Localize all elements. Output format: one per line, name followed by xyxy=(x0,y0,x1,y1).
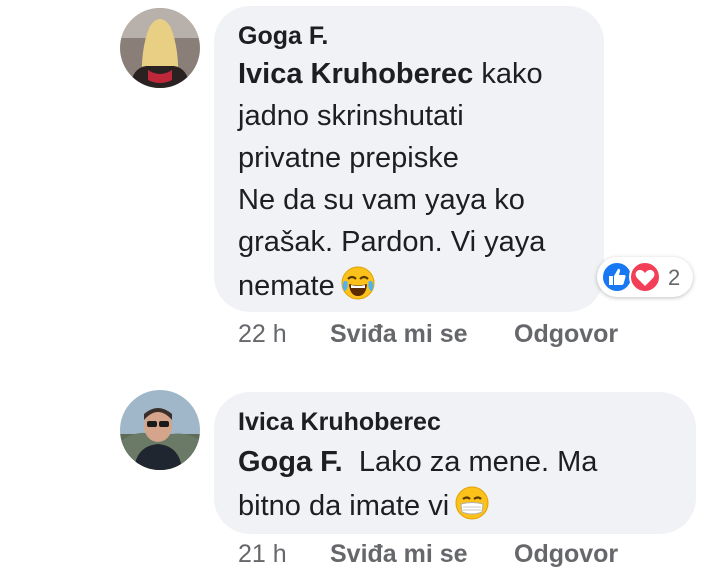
avatar-ivica[interactable] xyxy=(120,390,200,470)
reaction-count: 2 xyxy=(668,265,681,290)
tears-of-joy-emoji xyxy=(341,266,375,300)
comment-text-line: Goga F. Lako za mene. Ma xyxy=(238,446,598,478)
comment-text-line: privatne prepiske xyxy=(238,142,459,174)
comment-text-line: grašak. Pardon. Vi yaya xyxy=(238,226,546,258)
reply-button[interactable]: Odgovor xyxy=(514,540,618,569)
comment-author[interactable]: Goga F. xyxy=(238,22,328,51)
comment-timestamp[interactable]: 22 h xyxy=(238,320,287,349)
reply-button[interactable]: Odgovor xyxy=(514,320,618,349)
avatar-goga[interactable] xyxy=(120,8,200,88)
mention-link[interactable]: Goga F. xyxy=(238,446,343,478)
mask-face-emoji xyxy=(455,486,489,520)
love-icon xyxy=(629,261,661,293)
like-icon xyxy=(601,261,633,293)
comment-text-line: nemate xyxy=(238,266,375,303)
like-button[interactable]: Sviđa mi se xyxy=(330,540,468,569)
comment-text-line: jadno skrinshutati xyxy=(238,100,464,132)
mention-link[interactable]: Ivica Kruhoberec xyxy=(238,58,473,90)
comment-text-line: Ivica Kruhoberec kako xyxy=(238,58,543,90)
comment-text-line: Ne da su vam yaya ko xyxy=(238,184,525,216)
comment-author[interactable]: Ivica Kruhoberec xyxy=(238,408,441,437)
reaction-summary[interactable]: 2 xyxy=(597,257,693,297)
comment-timestamp[interactable]: 21 h xyxy=(238,540,287,569)
comment-text-line: bitno da imate vi xyxy=(238,486,489,523)
like-button[interactable]: Sviđa mi se xyxy=(330,320,468,349)
